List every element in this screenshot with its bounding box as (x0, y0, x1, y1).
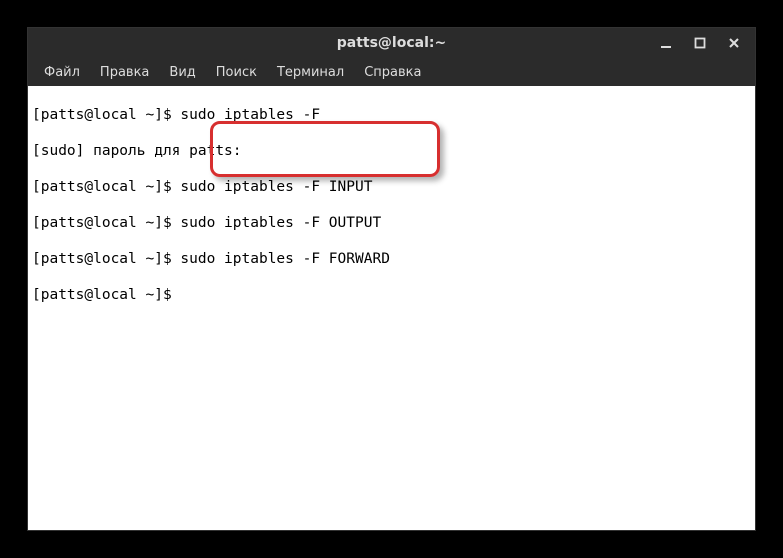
terminal-body[interactable]: [patts@local ~]$ sudo iptables -F [sudo]… (28, 86, 755, 530)
menu-search[interactable]: Поиск (206, 61, 267, 84)
terminal-line: [patts@local ~]$ (32, 286, 751, 304)
terminal-line: [patts@local ~]$ sudo iptables -F (32, 106, 751, 124)
titlebar: patts@local:~ (28, 28, 755, 58)
outer-frame: patts@local:~ (0, 0, 783, 558)
maximize-icon (694, 37, 706, 49)
menu-file[interactable]: Файл (34, 61, 90, 84)
terminal-line: [sudo] пароль для patts: (32, 142, 751, 160)
menu-edit[interactable]: Правка (90, 61, 159, 84)
menu-view[interactable]: Вид (159, 61, 205, 84)
menu-help[interactable]: Справка (354, 61, 431, 84)
window-title: patts@local:~ (337, 35, 446, 51)
terminal-line: [patts@local ~]$ sudo iptables -F OUTPUT (32, 214, 751, 232)
maximize-button[interactable] (683, 28, 717, 58)
terminal-line: [patts@local ~]$ sudo iptables -F FORWAR… (32, 250, 751, 268)
window-controls (649, 28, 751, 58)
minimize-icon (660, 37, 672, 49)
terminal-line: [patts@local ~]$ sudo iptables -F INPUT (32, 178, 751, 196)
menu-terminal[interactable]: Терминал (267, 61, 354, 84)
minimize-button[interactable] (649, 28, 683, 58)
close-icon (728, 37, 740, 49)
terminal-window: patts@local:~ (28, 28, 755, 530)
close-button[interactable] (717, 28, 751, 58)
menubar: Файл Правка Вид Поиск Терминал Справка (28, 58, 755, 86)
